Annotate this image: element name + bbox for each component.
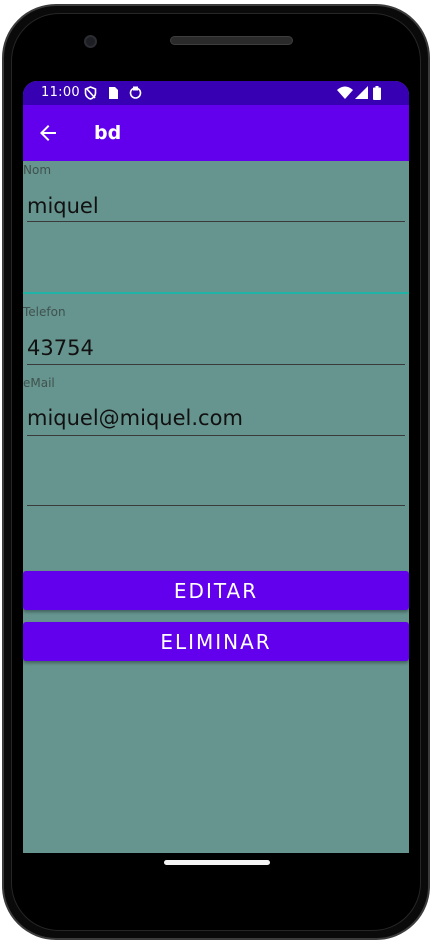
earpiece-speaker bbox=[170, 36, 293, 45]
arrow-left-icon[interactable] bbox=[36, 121, 60, 145]
empty-field-underline bbox=[27, 505, 405, 506]
gesture-nav-handle[interactable] bbox=[164, 860, 270, 865]
email-field[interactable] bbox=[27, 403, 405, 433]
empty-field[interactable] bbox=[27, 466, 405, 504]
shield-icon bbox=[84, 86, 97, 100]
signal-icon bbox=[355, 86, 368, 99]
wifi-icon bbox=[337, 86, 353, 99]
eliminar-button[interactable]: ELIMINAR bbox=[23, 622, 409, 661]
empty-field-focused[interactable] bbox=[27, 251, 405, 291]
nom-field[interactable] bbox=[27, 191, 405, 221]
app-bar: bd bbox=[23, 105, 409, 161]
editar-button[interactable]: EDITAR bbox=[23, 571, 409, 610]
focused-field-underline bbox=[23, 292, 409, 294]
sim-card-icon bbox=[109, 87, 118, 99]
email-label: eMail bbox=[23, 376, 55, 390]
nom-label: Nom bbox=[23, 163, 52, 177]
page-title: bd bbox=[94, 122, 122, 144]
telefon-underline bbox=[27, 364, 405, 365]
telefon-field[interactable] bbox=[27, 333, 405, 363]
battery-icon bbox=[373, 86, 381, 100]
status-bar: 11:00 bbox=[23, 81, 409, 105]
telefon-label: Telefon bbox=[23, 305, 66, 319]
nom-underline bbox=[27, 221, 405, 222]
front-camera bbox=[84, 35, 97, 48]
status-time: 11:00 bbox=[41, 85, 80, 100]
app-screen: 11:00 bd Nom Telef bbox=[23, 81, 409, 853]
email-underline bbox=[27, 435, 405, 436]
sync-icon bbox=[129, 86, 142, 99]
